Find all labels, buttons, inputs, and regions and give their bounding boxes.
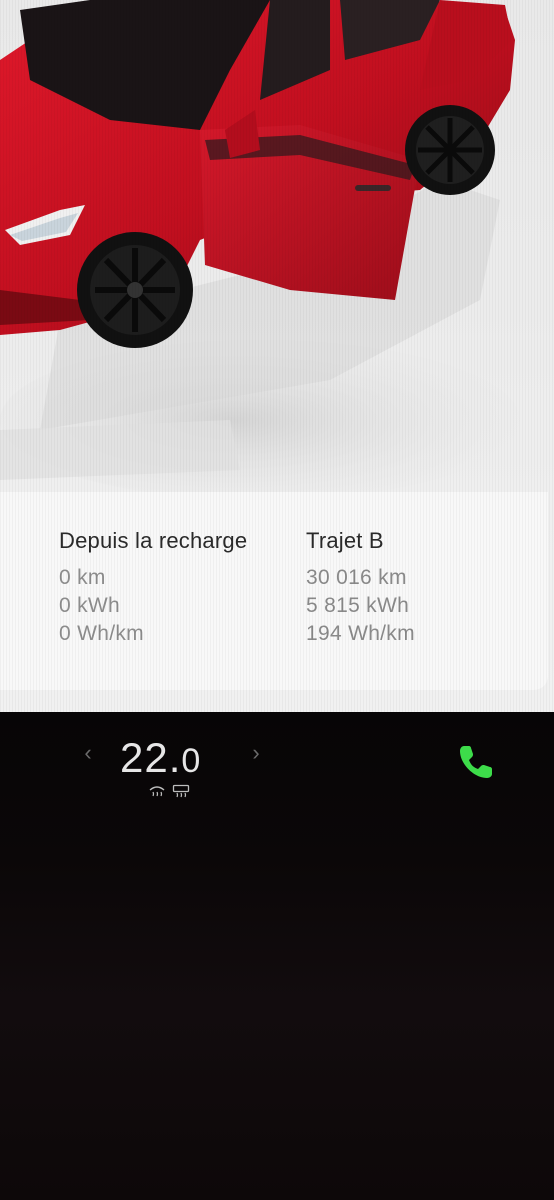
temperature-integer: 22. [120,734,182,781]
tesla-screen: Depuis la recharge 0 km 0 kWh 0 Wh/km Tr… [0,0,554,1200]
since-charge-title: Depuis la recharge [59,528,248,553]
temperature-decimal: 0 [181,742,202,780]
since-charge-distance: 0 km [59,566,106,589]
trip-b-column: Trajet B 30 016 km 5 815 kWh 194 Wh/km [306,528,415,648]
trip-b-efficiency: 194 Wh/km [306,622,415,645]
phone-icon[interactable] [454,740,498,784]
driver-temperature-control: ‹ 22.0 › [78,734,268,804]
chevron-right-icon[interactable]: › [246,740,266,766]
front-defrost-icon[interactable] [148,784,166,798]
rear-defrost-icon[interactable] [172,784,190,798]
trip-b-distance: 30 016 km [306,566,407,589]
trip-stats-card: Depuis la recharge 0 km 0 kWh 0 Wh/km Tr… [0,492,548,690]
trip-b-energy: 5 815 kWh [306,594,410,617]
since-charge-column: Depuis la recharge 0 km 0 kWh 0 Wh/km [59,528,247,648]
temperature-display[interactable]: 22.0 [120,734,201,782]
defrost-controls [148,784,190,798]
bottom-control-bar: ‹ 22.0 › [0,712,554,1200]
car-image[interactable] [0,0,554,520]
since-charge-efficiency: 0 Wh/km [59,622,144,645]
vehicle-panel: Depuis la recharge 0 km 0 kWh 0 Wh/km Tr… [0,0,554,712]
since-charge-energy: 0 kWh [59,594,121,617]
chevron-left-icon[interactable]: ‹ [78,740,98,766]
trip-b-title: Trajet B [306,528,384,553]
